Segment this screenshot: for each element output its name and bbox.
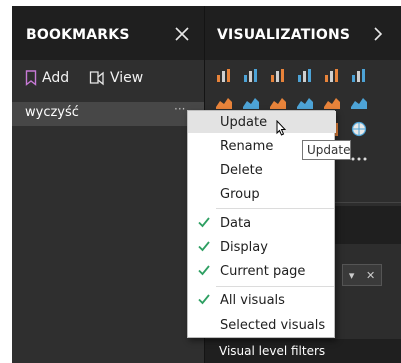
menu-item-current-page[interactable]: Current page [188,260,336,282]
menu-item-label: Current page [220,264,306,279]
menu-item-label: Delete [220,163,263,178]
menu-item-selected-visuals[interactable]: Selected visuals [188,314,336,336]
bookmark-item-label: wyczyść [25,105,79,120]
menu-item-label: All visuals [220,293,285,308]
visualizations-header: VISUALIZATIONS [205,6,401,60]
checkmark-icon [198,217,210,228]
menu-item-label: Data [220,216,252,231]
visual-level-filters-section[interactable]: Visual level filters [205,339,401,363]
visualizations-title: VISUALIZATIONS [217,27,351,43]
view-bookmarks-label: View [110,70,144,86]
clustered-column-icon[interactable] [296,67,314,83]
menu-item-label: Group [220,187,260,202]
add-bookmark-button[interactable]: Add [25,68,69,88]
globe-map-icon[interactable] [350,121,368,137]
remove-field-icon[interactable]: ✕ [366,269,375,282]
close-icon[interactable] [174,26,190,42]
100-stacked-bar-icon[interactable] [323,67,341,83]
menu-item-update[interactable]: Update [188,111,336,133]
bookmarks-pane: BOOKMARKS Add View wyczyść ··· [12,6,204,363]
checkmark-icon [198,241,210,252]
line-chart-icon[interactable] [215,94,233,110]
stacked-area-icon[interactable] [269,94,287,110]
menu-item-data[interactable]: Data [188,212,336,234]
menu-item-display[interactable]: Display [188,236,336,258]
stacked-column-icon[interactable] [242,67,260,83]
tooltip: Update [302,140,351,160]
line-clustered-column-icon[interactable] [323,94,341,110]
visual-level-filters-label: Visual level filters [219,344,326,358]
menu-item-all-visuals[interactable]: All visuals [188,289,336,311]
menu-item-label: Display [220,240,268,255]
bookmark-add-icon [25,70,37,86]
checkmark-icon [198,265,210,276]
bookmarks-title: BOOKMARKS [26,27,130,43]
chevron-down-icon: ▾ [348,268,355,282]
line-column-icon[interactable] [296,94,314,110]
menu-item-label: Rename [220,139,274,154]
view-icon [89,71,104,86]
100-stacked-column-icon[interactable] [350,67,368,83]
view-bookmarks-button[interactable]: View [89,68,143,88]
menu-item-label: Selected visuals [220,318,326,333]
menu-separator [216,208,334,209]
menu-item-group[interactable]: Group [188,183,336,205]
clustered-bar-icon[interactable] [269,67,287,83]
bookmarks-header: BOOKMARKS [12,6,204,60]
menu-item-label: Update [220,115,268,130]
more-visuals-icon[interactable] [350,147,368,163]
field-well-dropdown[interactable]: ▾ ✕ [342,264,382,286]
area-chart-icon[interactable] [242,94,260,110]
ribbon-chart-icon[interactable] [350,94,368,110]
menu-separator [216,286,334,287]
add-bookmark-label: Add [42,70,70,86]
stacked-bar-icon[interactable] [215,67,233,83]
checkmark-icon [198,294,210,305]
menu-item-delete[interactable]: Delete [188,159,336,181]
bookmark-more-options[interactable]: ··· [174,102,185,116]
chevron-right-icon[interactable] [371,27,385,41]
window-edge-left [0,0,12,363]
tooltip-text: Update [307,143,351,157]
mouse-cursor-icon [276,120,287,136]
